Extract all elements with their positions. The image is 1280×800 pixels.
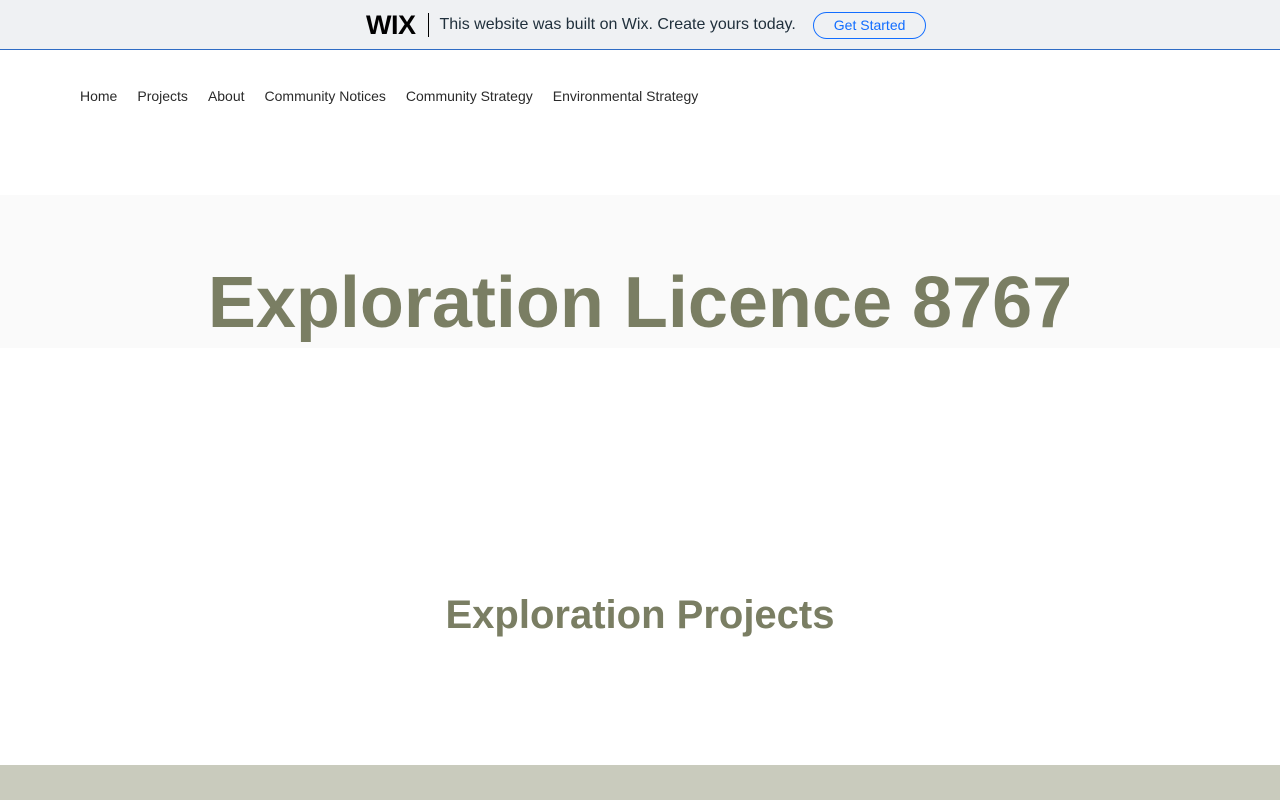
banner-tagline: This website was built on Wix. Create yo… [439,16,796,33]
wix-banner-content: WIX This website was built on Wix. Creat… [366,11,927,39]
site-navigation: Home Projects About Community Notices Co… [80,86,718,106]
nav-item-home[interactable]: Home [80,88,117,104]
nav-item-about[interactable]: About [208,88,245,104]
wix-promo-banner: WIX This website was built on Wix. Creat… [0,0,1280,50]
nav-item-community-notices[interactable]: Community Notices [265,88,386,104]
nav-item-environmental-strategy[interactable]: Environmental Strategy [553,88,699,104]
get-started-button[interactable]: Get Started [812,11,927,39]
wix-logo[interactable]: WIX [366,11,428,39]
page-title: Exploration Licence 8767 [207,263,1073,343]
nav-item-community-strategy[interactable]: Community Strategy [406,88,533,104]
nav-item-projects[interactable]: Projects [137,88,188,104]
footer-band [0,765,1280,800]
banner-divider [427,13,429,37]
section-title: Exploration Projects [445,593,835,637]
